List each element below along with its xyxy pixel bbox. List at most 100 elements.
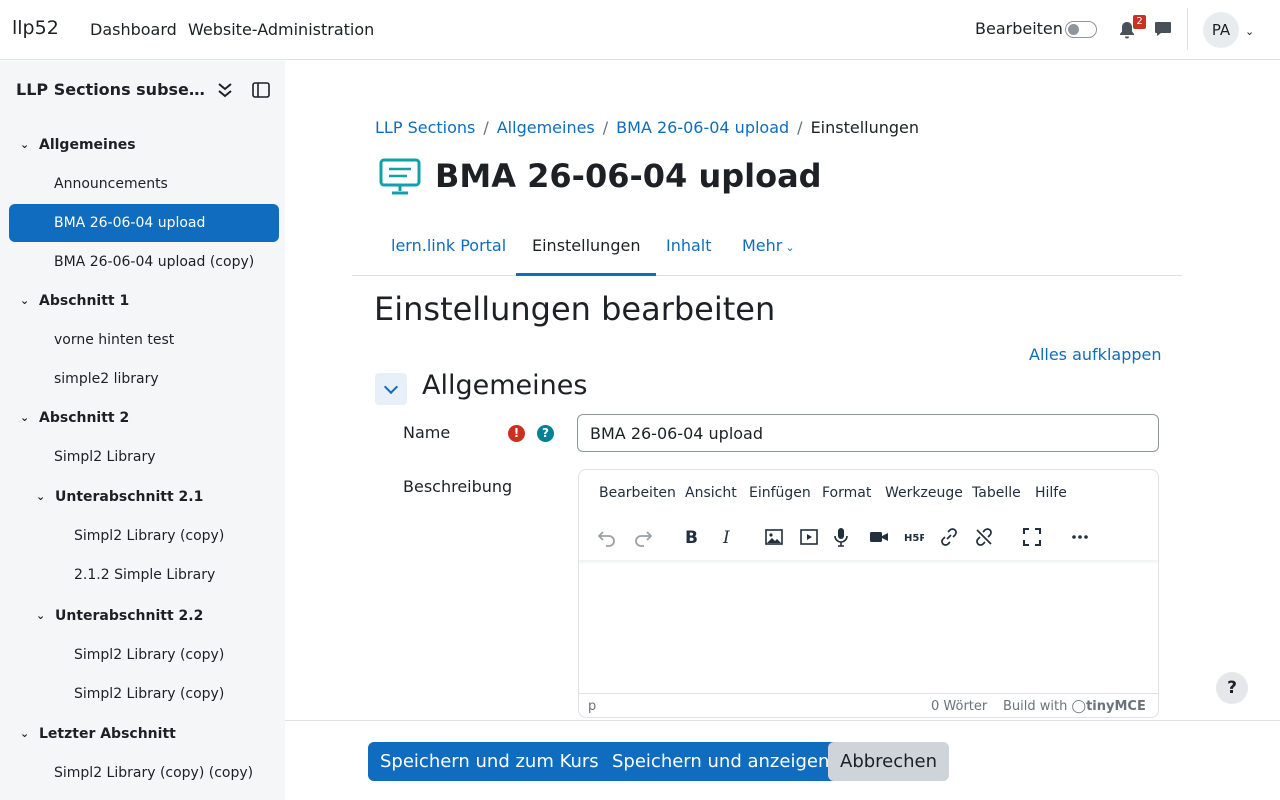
image-icon[interactable] bbox=[761, 524, 787, 550]
sidebar-activity[interactable]: Simpl2 Library (copy) bbox=[0, 636, 285, 674]
editor-menu-insert[interactable]: Einfügen bbox=[749, 485, 811, 501]
editor-menu-tools[interactable]: Werkzeuge bbox=[885, 485, 963, 501]
section-collapse-button[interactable] bbox=[375, 373, 407, 405]
unlink-icon[interactable] bbox=[971, 524, 997, 550]
editor-menu-table[interactable]: Tabelle bbox=[972, 485, 1021, 501]
redo-icon[interactable] bbox=[630, 524, 656, 550]
chevron-down-icon[interactable]: ⌄ bbox=[20, 126, 29, 164]
chevron-down-icon[interactable]: ⌄ bbox=[20, 282, 29, 320]
tinymce-branding[interactable]: Build with ◯tinyMCE bbox=[1003, 699, 1146, 714]
editor-menu-help[interactable]: Hilfe bbox=[1035, 485, 1067, 501]
breadcrumb-link[interactable]: LLP Sections bbox=[375, 118, 475, 137]
sidebar-section[interactable]: ⌄ Allgemeines bbox=[0, 126, 285, 164]
breadcrumb-link[interactable]: Allgemeines bbox=[497, 118, 595, 137]
breadcrumb-separator: / bbox=[797, 118, 803, 137]
link-icon[interactable] bbox=[936, 524, 962, 550]
media-icon[interactable] bbox=[796, 524, 822, 550]
fullscreen-icon[interactable] bbox=[1019, 524, 1045, 550]
sidebar-activity-label: BMA 26-06-04 upload (copy) bbox=[54, 254, 255, 270]
editor-menu-view[interactable]: Ansicht bbox=[685, 485, 737, 501]
secondary-navigation: lern.link Portal Einstellungen Inhalt Me… bbox=[352, 224, 1182, 276]
chat-bubble-icon[interactable] bbox=[1154, 20, 1172, 38]
sidebar-activity-label: Simpl2 Library bbox=[54, 449, 156, 465]
sidebar-activity[interactable]: simple2 library bbox=[0, 360, 285, 398]
sidebar-section-label: Abschnitt 1 bbox=[39, 293, 130, 309]
edit-mode-label: Bearbeiten bbox=[975, 19, 1063, 38]
breadcrumb-link[interactable]: BMA 26-06-04 upload bbox=[616, 118, 789, 137]
save-and-return-button[interactable]: Speichern und zum Kurs bbox=[368, 742, 611, 781]
sidebar-section[interactable]: ⌄ Abschnitt 2 bbox=[0, 399, 285, 437]
sidebar-activity-active[interactable]: BMA 26-06-04 upload bbox=[9, 204, 279, 242]
sidebar-activity[interactable]: Simpl2 Library (copy) bbox=[0, 675, 285, 713]
nav-link-dashboard[interactable]: Dashboard bbox=[90, 20, 177, 39]
save-and-display-button[interactable]: Speichern und anzeigen bbox=[600, 742, 842, 781]
word-count[interactable]: 0 Wörter bbox=[931, 699, 987, 714]
sidebar-activity[interactable]: Simpl2 Library (copy) (copy) bbox=[0, 754, 285, 792]
tinymce-brand: tinyMCE bbox=[1086, 699, 1146, 714]
more-options-icon[interactable] bbox=[1067, 524, 1093, 550]
sidebar-activity[interactable]: 2.1.2 Simple Library bbox=[0, 556, 285, 594]
collapse-all-icon[interactable] bbox=[217, 81, 233, 99]
h5p-icon[interactable]: H5P bbox=[901, 524, 927, 550]
chevron-down-icon[interactable]: ⌄ bbox=[1245, 25, 1254, 38]
chevron-down-icon[interactable]: ⌄ bbox=[20, 715, 29, 753]
edit-mode-toggle[interactable] bbox=[1065, 21, 1097, 38]
section-title: Allgemeines bbox=[422, 370, 588, 401]
help-button[interactable]: ? bbox=[1216, 672, 1248, 704]
tab-einstellungen[interactable]: Einstellungen bbox=[516, 224, 657, 276]
bold-icon[interactable]: B bbox=[678, 524, 704, 550]
sidebar-activity[interactable]: vorne hinten test bbox=[0, 321, 285, 359]
editor-toolbar: B I H5P bbox=[579, 516, 1158, 560]
editor-menu-format[interactable]: Format bbox=[822, 485, 871, 501]
sidebar-activity-label: Simpl2 Library (copy) bbox=[74, 528, 225, 544]
sidebar-activity[interactable]: Simpl2 Library (copy) bbox=[0, 517, 285, 555]
expand-all-link[interactable]: Alles aufklappen bbox=[1029, 345, 1162, 364]
chevron-down-icon[interactable]: ⌄ bbox=[36, 597, 45, 635]
editor-content-area[interactable] bbox=[579, 560, 1158, 693]
site-brand[interactable]: llp52 bbox=[12, 17, 59, 39]
sidebar-section[interactable]: ⌄ Abschnitt 1 bbox=[0, 282, 285, 320]
breadcrumb: LLP Sections / Allgemeines / BMA 26-06-04 up… bbox=[375, 118, 919, 137]
rich-text-editor: Bearbeiten Ansicht Einfügen Format Werkz… bbox=[578, 469, 1159, 718]
sidebar-subsection[interactable]: ⌄ Unterabschnitt 2.2 bbox=[0, 597, 285, 635]
sidebar-section[interactable]: ⌄ Letzter Abschnitt bbox=[0, 715, 285, 753]
sidebar-activity-label: simple2 library bbox=[54, 371, 159, 387]
close-drawer-icon[interactable] bbox=[252, 82, 270, 98]
chevron-down-icon[interactable]: ⌄ bbox=[36, 478, 45, 516]
video-camera-icon[interactable] bbox=[866, 524, 892, 550]
svg-text:I: I bbox=[722, 528, 730, 547]
element-path[interactable]: p bbox=[588, 699, 596, 714]
name-field[interactable] bbox=[577, 414, 1159, 452]
monitor-icon bbox=[379, 158, 421, 195]
sidebar-activity-label: Simpl2 Library (copy) bbox=[74, 647, 225, 663]
sidebar-activity-label: 2.1.2 Simple Library bbox=[74, 567, 216, 583]
course-index-drawer: LLP Sections subsections ⌄ Allgemeines A… bbox=[0, 61, 285, 800]
chevron-down-icon[interactable]: ⌄ bbox=[20, 399, 29, 437]
microphone-icon[interactable] bbox=[828, 524, 854, 550]
tab-lernlink-portal[interactable]: lern.link Portal bbox=[390, 224, 507, 276]
editor-menu-edit[interactable]: Bearbeiten bbox=[599, 485, 676, 501]
user-avatar[interactable]: PA bbox=[1203, 12, 1239, 48]
sidebar-activity-label: BMA 26-06-04 upload bbox=[54, 215, 206, 231]
form-heading: Einstellungen bearbeiten bbox=[374, 290, 776, 328]
tinymce-logo-icon: ◯ bbox=[1071, 699, 1087, 714]
help-icon[interactable]: ? bbox=[537, 425, 554, 442]
tab-mehr[interactable]: Mehr ⌄ bbox=[742, 224, 795, 276]
sidebar-activity[interactable]: Announcements bbox=[0, 165, 285, 203]
sidebar-activity-label: Simpl2 Library (copy) bbox=[74, 686, 225, 702]
sidebar-activity[interactable]: BMA 26-06-04 upload (copy) bbox=[0, 243, 285, 281]
sidebar-section-label: Letzter Abschnitt bbox=[39, 726, 176, 742]
name-label: Name bbox=[403, 423, 451, 442]
undo-icon[interactable] bbox=[594, 524, 620, 550]
nav-link-site-admin[interactable]: Website-Administration bbox=[188, 20, 374, 39]
sidebar-subsection[interactable]: ⌄ Unterabschnitt 2.1 bbox=[0, 478, 285, 516]
description-label: Beschreibung bbox=[403, 477, 513, 496]
required-icon: ! bbox=[508, 425, 525, 442]
sidebar-activity-label: Announcements bbox=[54, 176, 168, 192]
cancel-button[interactable]: Abbrechen bbox=[828, 742, 950, 781]
breadcrumb-separator: / bbox=[483, 118, 489, 137]
sidebar-subsection-label: Unterabschnitt 2.1 bbox=[55, 489, 204, 505]
sidebar-activity[interactable]: Simpl2 Library bbox=[0, 438, 285, 476]
tab-inhalt[interactable]: Inhalt bbox=[666, 224, 712, 276]
italic-icon[interactable]: I bbox=[714, 524, 740, 550]
